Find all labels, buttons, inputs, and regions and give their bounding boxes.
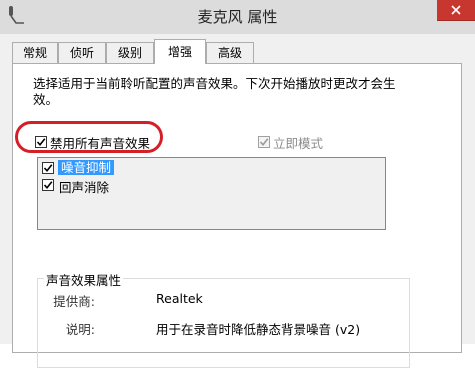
disable-all-effects-checkbox[interactable] [35, 136, 47, 148]
echo-cancellation-checkbox[interactable] [42, 179, 54, 191]
effects-list[interactable]: 噪音抑制 回声消除 [37, 157, 386, 230]
dialog-body: 常规 侦听 级别 增强 高级 选择适用于当前聆听配置的声音效果。下次开始播放时更… [0, 34, 475, 368]
effect-description-value: 用于在录音时降低静态背景噪音 (v2) [156, 322, 361, 337]
noise-suppression-checkbox[interactable] [42, 162, 54, 174]
echo-cancellation-label[interactable]: 回声消除 [59, 177, 109, 196]
effect-properties-title: 声音效果属性 [44, 270, 124, 289]
description-text: 选择适用于当前聆听配置的声音效果。下次开始播放时更改才会生效。 [33, 76, 396, 107]
noise-suppression-label[interactable]: 噪音抑制 [58, 160, 115, 175]
close-button[interactable] [437, 0, 475, 21]
tab-general[interactable]: 常规 [12, 42, 58, 63]
disable-all-effects-label[interactable]: 禁用所有声音效果 [50, 133, 150, 152]
close-icon [451, 5, 461, 15]
immediate-mode-checkbox [258, 136, 270, 148]
tab-levels[interactable]: 级别 [106, 42, 154, 63]
effect-description-label: 说明: [65, 322, 95, 337]
enhancements-panel: 选择适用于当前聆听配置的声音效果。下次开始播放时更改才会生效。 禁用所有声音效果… [12, 63, 462, 368]
effect-properties-group: 声音效果属性 提供商: Realtek 说明: 用于在录音时降低静态背景噪音 (… [37, 270, 410, 368]
provider-label: 提供商: [53, 294, 95, 309]
provider-value: Realtek [156, 291, 203, 306]
tab-advanced[interactable]: 高级 [206, 42, 254, 63]
title-bar: 麦克风 属性 [0, 0, 475, 34]
tab-enhancements[interactable]: 增强 [154, 39, 206, 64]
window-title: 麦克风 属性 [197, 8, 278, 26]
immediate-mode-label: 立即模式 [273, 136, 324, 151]
tab-listen[interactable]: 侦听 [58, 42, 106, 63]
